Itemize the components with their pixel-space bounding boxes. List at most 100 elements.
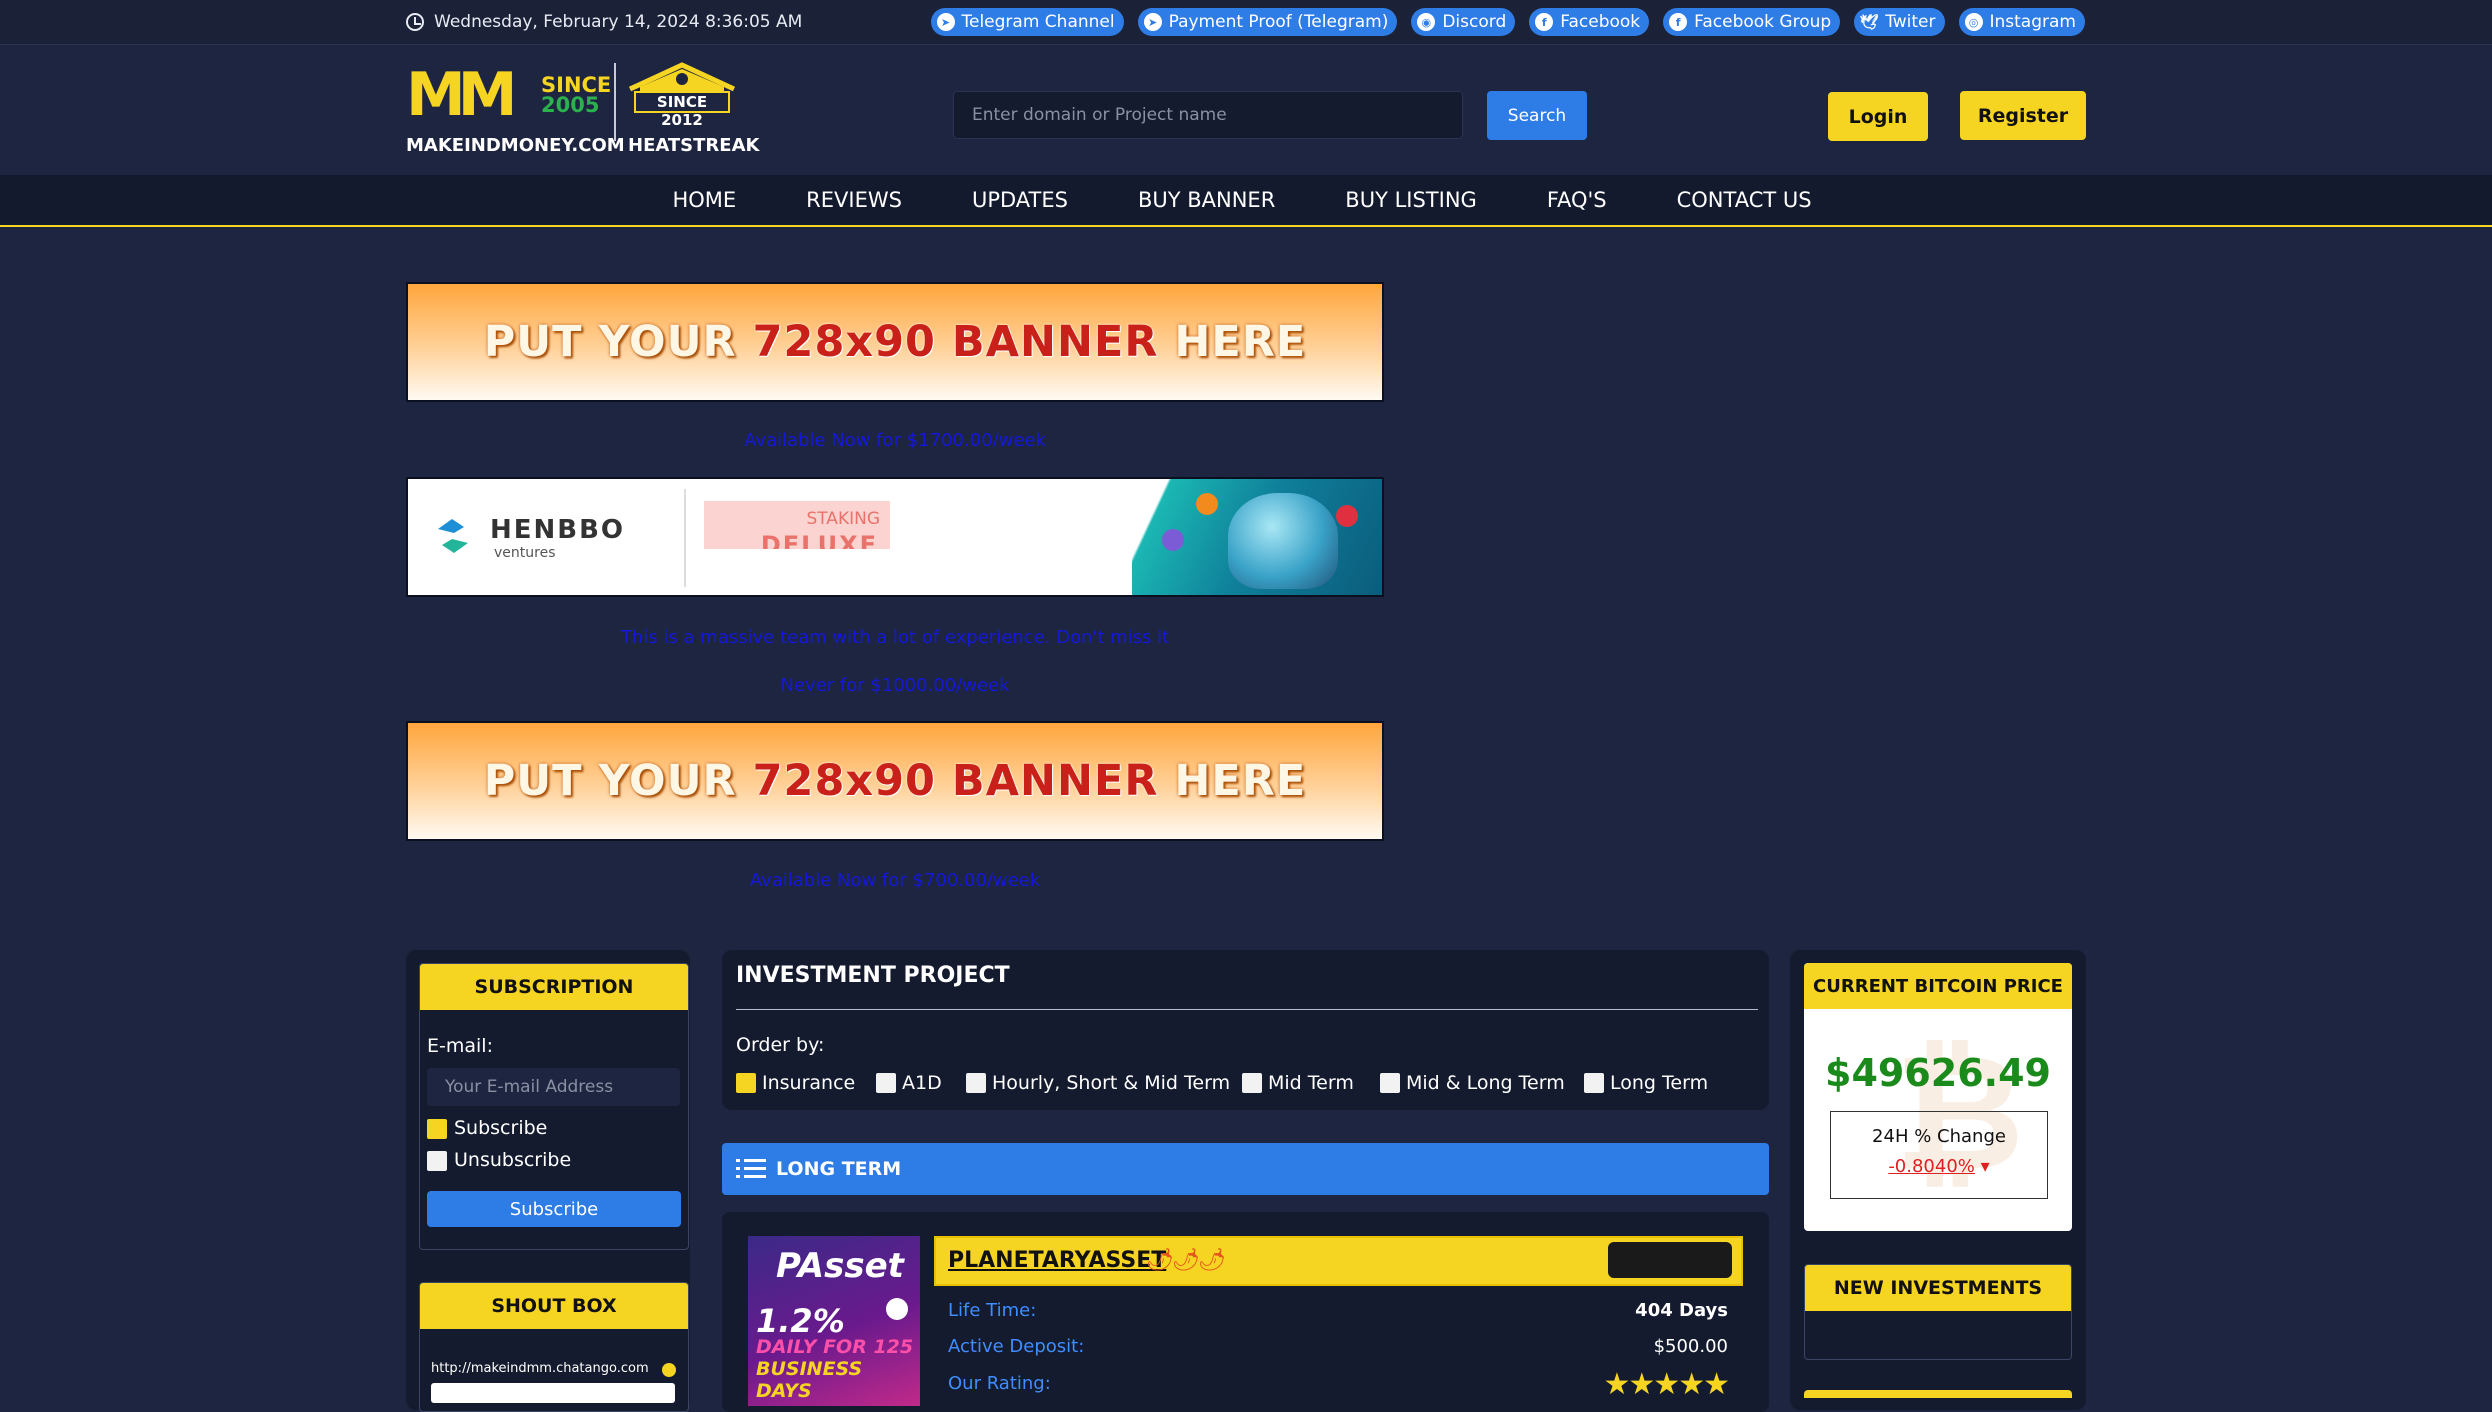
section-title: LONG TERM bbox=[776, 1158, 902, 1180]
email-field[interactable]: Your E-mail Address bbox=[427, 1068, 680, 1106]
list-icon bbox=[736, 1157, 766, 1181]
life-time-value: 404 Days bbox=[1635, 1300, 1728, 1321]
banner-caption-4[interactable]: Available Now for $700.00/week bbox=[406, 870, 1384, 891]
new-investments-card: NEW INVESTMENTS bbox=[1804, 1264, 2072, 1360]
link-label: Instagram bbox=[1989, 12, 2077, 32]
subscription-card: SUBSCRIPTION E-mail: Your E-mail Address… bbox=[419, 963, 689, 1250]
nav-faqs[interactable]: FAQ'S bbox=[1512, 175, 1642, 225]
filter-long-term[interactable]: Long Term bbox=[1584, 1072, 1708, 1094]
nav-contact-us[interactable]: CONTACT US bbox=[1642, 175, 1847, 225]
banner-caption-3[interactable]: Never for $1000.00/week bbox=[406, 675, 1384, 696]
project-banner-image[interactable]: PAsset 1.2% DAILY FOR 125 BUSINESS DAYS bbox=[748, 1236, 920, 1406]
heatstreak-name: HEATSTREAK bbox=[628, 135, 760, 156]
search-input[interactable]: Enter domain or Project name bbox=[953, 91, 1463, 139]
telegram-icon: ➤ bbox=[1143, 13, 1162, 31]
search-button[interactable]: Search bbox=[1487, 91, 1587, 140]
email-label: E-mail: bbox=[427, 1035, 493, 1057]
image-rate: 1.2% bbox=[756, 1302, 845, 1340]
project-name-link[interactable]: PLANETARYASSET bbox=[948, 1248, 1166, 1273]
heatstreak-since: SINCE 2012 bbox=[634, 91, 730, 129]
banner-text-part: HERE bbox=[1158, 756, 1307, 806]
shoutbox-input[interactable] bbox=[431, 1383, 675, 1403]
banner-caption-2[interactable]: This is a massive team with a lot of exp… bbox=[406, 627, 1384, 648]
register-button[interactable]: Register bbox=[1960, 91, 2086, 140]
filter-checkbox[interactable] bbox=[736, 1073, 756, 1093]
shoutbox-card: SHOUT BOX http://makeindmm.chatango.com bbox=[419, 1282, 689, 1412]
nav-updates[interactable]: UPDATES bbox=[937, 175, 1103, 225]
bitcoin-title: CURRENT BITCOIN PRICE bbox=[1804, 963, 2072, 1009]
link-label: Facebook Group bbox=[1694, 12, 1832, 32]
discord-icon: ◉ bbox=[1417, 13, 1436, 31]
coin-icon bbox=[1196, 493, 1218, 515]
banner-ad-1[interactable]: PUT YOUR 728x90 BANNER HERE bbox=[406, 282, 1384, 402]
image-brand: PAsset bbox=[776, 1246, 904, 1286]
caret-down-icon: ▾ bbox=[1980, 1156, 1990, 1177]
banner-caption-1[interactable]: Available Now for $1700.00/week bbox=[406, 430, 1384, 451]
banner-text-size: 728x90 BANNER bbox=[752, 317, 1159, 367]
active-deposit-value: $500.00 bbox=[1653, 1336, 1728, 1357]
shoutbox-url[interactable]: http://makeindmm.chatango.com bbox=[431, 1361, 649, 1376]
banner-text: PUT YOUR 728x90 BANNER HERE bbox=[484, 756, 1307, 806]
banner-text-part: HERE bbox=[1158, 317, 1307, 367]
henbbo-divider bbox=[684, 489, 686, 587]
title-divider bbox=[736, 1009, 1758, 1010]
datetime-text: Wednesday, February 14, 2024 8:36:05 AM bbox=[434, 12, 803, 32]
facebook-group-link[interactable]: f Facebook Group bbox=[1663, 8, 1841, 36]
henbbo-logo-icon bbox=[438, 519, 468, 553]
instagram-link[interactable]: ◎ Instagram bbox=[1958, 8, 2085, 36]
filter-checkbox[interactable] bbox=[876, 1073, 896, 1093]
nav-buy-listing[interactable]: BUY LISTING bbox=[1310, 175, 1512, 225]
telegram-channel-link[interactable]: ➤ Telegram Channel bbox=[930, 8, 1124, 36]
henbbo-sub: ventures bbox=[494, 545, 556, 561]
banner-henbbo[interactable]: HENBBO ventures STAKING DELUXE bbox=[406, 477, 1384, 597]
telegram-icon: ➤ bbox=[936, 13, 955, 31]
change-value[interactable]: -0.8040% ▾ bbox=[1831, 1156, 2047, 1177]
nav-home[interactable]: HOME bbox=[637, 175, 771, 225]
filter-mid-long-term[interactable]: Mid & Long Term bbox=[1380, 1072, 1565, 1094]
link-label: Facebook bbox=[1560, 12, 1641, 32]
instagram-icon: ◎ bbox=[1964, 13, 1983, 31]
payment-proof-link[interactable]: ➤ Payment Proof (Telegram) bbox=[1137, 8, 1398, 36]
login-button[interactable]: Login bbox=[1828, 92, 1928, 141]
staking-text: STAKING bbox=[806, 509, 880, 529]
filter-label: Hourly, Short & Mid Term bbox=[992, 1072, 1231, 1094]
filter-insurance[interactable]: Insurance bbox=[736, 1072, 855, 1094]
nav-buy-banner[interactable]: BUY BANNER bbox=[1103, 175, 1310, 225]
henbbo-staking: STAKING DELUXE bbox=[704, 501, 890, 549]
filter-checkbox[interactable] bbox=[1242, 1073, 1262, 1093]
image-line: DAILY FOR 125 bbox=[756, 1336, 914, 1358]
facebook-link[interactable]: f Facebook bbox=[1529, 8, 1650, 36]
filter-a1d[interactable]: A1D bbox=[876, 1072, 942, 1094]
order-by-label: Order by: bbox=[736, 1034, 825, 1056]
hot-pepper-icon: 🌶 bbox=[1198, 1248, 1226, 1273]
link-label: Twiter bbox=[1885, 12, 1936, 32]
facebook-icon: f bbox=[1535, 13, 1554, 31]
next-card-header bbox=[1804, 1390, 2072, 1398]
unsubscribe-radio[interactable] bbox=[427, 1151, 447, 1171]
bitcoin-price-card: CURRENT BITCOIN PRICE ₿ $49626.49 24H % … bbox=[1804, 963, 2072, 1231]
filter-hourly-short-mid[interactable]: Hourly, Short & Mid Term bbox=[966, 1072, 1230, 1094]
filter-checkbox[interactable] bbox=[966, 1073, 986, 1093]
twitter-link[interactable]: 🕊 Twiter bbox=[1854, 8, 1945, 36]
main-nav: HOME REVIEWS UPDATES BUY BANNER BUY LIST… bbox=[0, 175, 2492, 227]
heatstreak-logo[interactable]: SINCE 2012 HEATSTREAK bbox=[626, 61, 759, 161]
since-year: 2005 bbox=[541, 93, 600, 117]
coin-icon bbox=[1336, 505, 1358, 527]
long-term-section-header: LONG TERM bbox=[722, 1143, 1769, 1195]
filter-mid-term[interactable]: Mid Term bbox=[1242, 1072, 1354, 1094]
filter-checkbox[interactable] bbox=[1380, 1073, 1400, 1093]
nav-reviews[interactable]: REVIEWS bbox=[771, 175, 937, 225]
subscribe-radio[interactable] bbox=[427, 1119, 447, 1139]
deluxe-text: DELUXE bbox=[760, 531, 878, 549]
top-bar: Wednesday, February 14, 2024 8:36:05 AM … bbox=[0, 0, 2492, 45]
makeindmoney-logo[interactable]: MM SINCE 2005 MAKEINDMONEY.COM bbox=[406, 65, 625, 165]
filter-checkbox[interactable] bbox=[1584, 1073, 1604, 1093]
discord-link[interactable]: ◉ Discord bbox=[1411, 8, 1516, 36]
banner-ad-2[interactable]: PUT YOUR 728x90 BANNER HERE bbox=[406, 721, 1384, 841]
shoutbox-title: SHOUT BOX bbox=[420, 1283, 688, 1329]
header: MM SINCE 2005 MAKEINDMONEY.COM SINCE 2012… bbox=[0, 45, 2492, 175]
change-box: 24H % Change -0.8040% ▾ bbox=[1830, 1111, 2048, 1199]
subscribe-button[interactable]: Subscribe bbox=[427, 1191, 681, 1227]
logo-since: SINCE 2005 bbox=[541, 75, 611, 117]
new-investments-title: NEW INVESTMENTS bbox=[1805, 1265, 2071, 1311]
